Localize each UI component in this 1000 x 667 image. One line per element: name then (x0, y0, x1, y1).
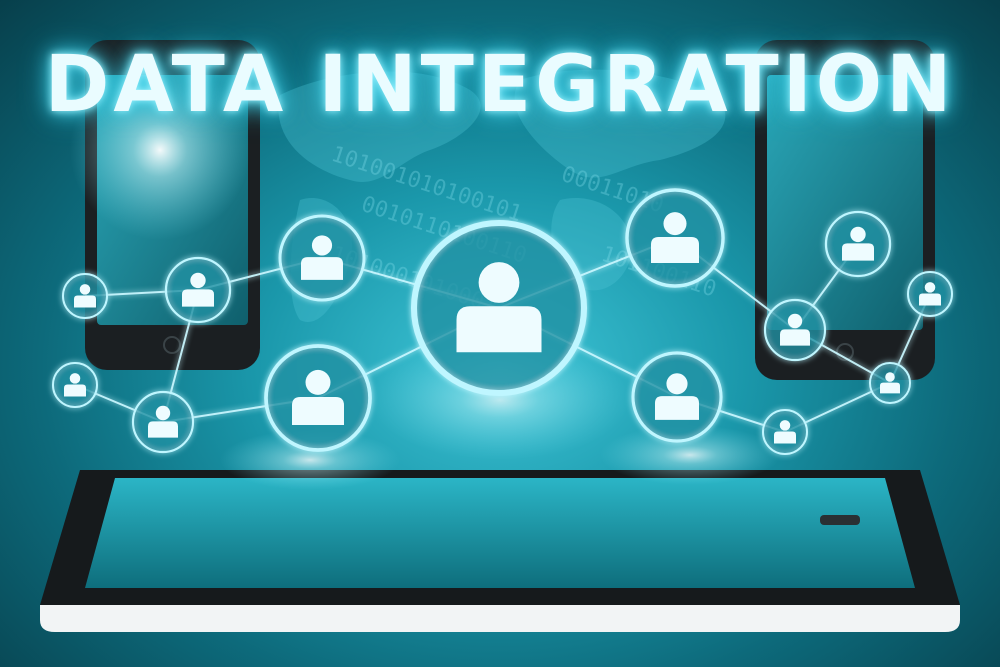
person-node (164, 256, 232, 324)
person-node (869, 362, 911, 404)
person-node (762, 409, 808, 455)
tablet (40, 470, 960, 632)
illustration: 101001010100101 0010110100110 1010001010… (0, 0, 1000, 667)
page-title: DATA INTEGRATION (44, 40, 956, 130)
person-node (625, 188, 725, 288)
person-node (824, 210, 892, 278)
person-node (278, 214, 366, 302)
person-node (62, 273, 108, 319)
person-node (763, 298, 827, 362)
person-node (907, 271, 953, 317)
person-node (131, 390, 195, 454)
person-node (264, 344, 372, 452)
person-node (631, 351, 723, 443)
person-node (52, 362, 98, 408)
person-node (410, 219, 588, 397)
